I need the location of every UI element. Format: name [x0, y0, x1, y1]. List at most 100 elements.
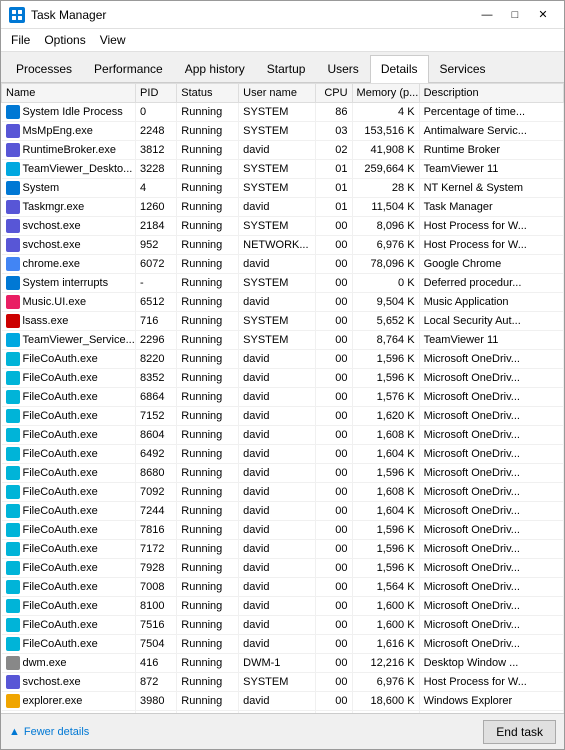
process-memory: 1,596 K [352, 521, 419, 540]
close-button[interactable]: ✕ [530, 5, 556, 25]
process-name-cell: FileCoAuth.exe [2, 407, 136, 426]
process-cpu: 00 [316, 464, 352, 483]
col-header-user[interactable]: User name [239, 84, 316, 103]
table-row[interactable]: svchost.exe 952 Running NETWORK... 00 6,… [2, 236, 564, 255]
col-header-cpu[interactable]: CPU [316, 84, 352, 103]
table-row[interactable]: RuntimeBroker.exe 3812 Running david 02 … [2, 141, 564, 160]
process-cpu: 00 [316, 445, 352, 464]
table-row[interactable]: MsMpEng.exe 2248 Running SYSTEM 03 153,5… [2, 122, 564, 141]
process-desc: Percentage of time... [419, 103, 563, 122]
table-row[interactable]: FileCoAuth.exe 7244 Running david 00 1,6… [2, 502, 564, 521]
table-row[interactable]: FileCoAuth.exe 6492 Running david 00 1,6… [2, 445, 564, 464]
process-name-cell: svchost.exe [2, 673, 136, 692]
tab-services[interactable]: Services [429, 55, 497, 82]
process-desc: Host Process for W... [419, 217, 563, 236]
table-row[interactable]: FileCoAuth.exe 8100 Running david 00 1,6… [2, 597, 564, 616]
minimize-button[interactable]: — [474, 5, 500, 25]
process-cpu: 00 [316, 236, 352, 255]
table-row[interactable]: System interrupts - Running SYSTEM 00 0 … [2, 274, 564, 293]
process-name: MsMpEng.exe [23, 125, 93, 137]
table-row[interactable]: FileCoAuth.exe 7816 Running david 00 1,5… [2, 521, 564, 540]
tab-users[interactable]: Users [316, 55, 369, 82]
table-row[interactable]: FileCoAuth.exe 6864 Running david 00 1,5… [2, 388, 564, 407]
col-header-memory[interactable]: Memory (p... [352, 84, 419, 103]
table-row[interactable]: TeamViewer_Deskto... 3228 Running SYSTEM… [2, 160, 564, 179]
table-row[interactable]: System Idle Process 0 Running SYSTEM 86 … [2, 103, 564, 122]
table-row[interactable]: Music.UI.exe 6512 Running david 00 9,504… [2, 293, 564, 312]
process-name: lsass.exe [23, 315, 69, 327]
process-name-cell: FileCoAuth.exe [2, 388, 136, 407]
app-icon [9, 7, 25, 23]
table-row[interactable]: TeamViewer_Service... 2296 Running SYSTE… [2, 331, 564, 350]
tab-processes[interactable]: Processes [5, 55, 83, 82]
process-cpu: 00 [316, 578, 352, 597]
process-status: Running [177, 274, 239, 293]
process-status: Running [177, 654, 239, 673]
table-row[interactable]: explorer.exe 3980 Running david 00 18,60… [2, 692, 564, 711]
tab-performance[interactable]: Performance [83, 55, 174, 82]
process-cpu: 00 [316, 388, 352, 407]
table-row[interactable]: lsass.exe 716 Running SYSTEM 00 5,652 K … [2, 312, 564, 331]
process-desc: Runtime Broker [419, 141, 563, 160]
col-header-desc[interactable]: Description [419, 84, 563, 103]
fewer-details-link[interactable]: ▲ Fewer details [9, 726, 89, 738]
col-header-pid[interactable]: PID [136, 84, 177, 103]
end-task-button[interactable]: End task [483, 720, 556, 744]
tab-app-history[interactable]: App history [174, 55, 256, 82]
task-manager-window: Task Manager — □ ✕ File Options View Pro… [0, 0, 565, 750]
table-row[interactable]: svchost.exe 2184 Running SYSTEM 00 8,096… [2, 217, 564, 236]
table-row[interactable]: FileCoAuth.exe 7928 Running david 00 1,5… [2, 559, 564, 578]
process-pid: 3228 [136, 160, 177, 179]
process-name-cell: FileCoAuth.exe [2, 369, 136, 388]
process-desc: Microsoft OneDriv... [419, 540, 563, 559]
process-pid: 4 [136, 179, 177, 198]
process-memory: 11,504 K [352, 198, 419, 217]
table-row[interactable]: FileCoAuth.exe 7008 Running david 00 1,5… [2, 578, 564, 597]
bottom-bar: ▲ Fewer details End task [1, 713, 564, 749]
col-header-name[interactable]: Name [2, 84, 136, 103]
table-row[interactable]: FileCoAuth.exe 7516 Running david 00 1,6… [2, 616, 564, 635]
process-icon [6, 466, 20, 480]
table-row[interactable]: FileCoAuth.exe 7172 Running david 00 1,5… [2, 540, 564, 559]
menu-view[interactable]: View [94, 31, 132, 49]
maximize-button[interactable]: □ [502, 5, 528, 25]
title-controls: — □ ✕ [474, 5, 556, 25]
menu-file[interactable]: File [5, 31, 36, 49]
table-row[interactable]: FileCoAuth.exe 7152 Running david 00 1,6… [2, 407, 564, 426]
process-icon [6, 143, 20, 157]
process-name-cell: FileCoAuth.exe [2, 426, 136, 445]
process-desc: Microsoft OneDriv... [419, 578, 563, 597]
table-row[interactable]: FileCoAuth.exe 8680 Running david 00 1,5… [2, 464, 564, 483]
table-row[interactable]: svchost.exe 872 Running SYSTEM 00 6,976 … [2, 673, 564, 692]
tab-details[interactable]: Details [370, 55, 429, 83]
process-icon [6, 162, 20, 176]
col-header-status[interactable]: Status [177, 84, 239, 103]
table-row[interactable]: FileCoAuth.exe 8352 Running david 00 1,5… [2, 369, 564, 388]
table-row[interactable]: System 4 Running SYSTEM 01 28 K NT Kerne… [2, 179, 564, 198]
table-row[interactable]: FileCoAuth.exe 8220 Running david 00 1,5… [2, 350, 564, 369]
process-cpu: 01 [316, 179, 352, 198]
table-row[interactable]: Taskmgr.exe 1260 Running david 01 11,504… [2, 198, 564, 217]
process-cpu: 00 [316, 635, 352, 654]
table-row[interactable]: chrome.exe 6072 Running david 00 78,096 … [2, 255, 564, 274]
tab-startup[interactable]: Startup [256, 55, 317, 82]
process-cpu: 00 [316, 350, 352, 369]
process-user: david [239, 369, 316, 388]
process-memory: 28 K [352, 179, 419, 198]
menu-options[interactable]: Options [38, 31, 91, 49]
process-user: SYSTEM [239, 673, 316, 692]
table-row[interactable]: FileCoAuth.exe 8604 Running david 00 1,6… [2, 426, 564, 445]
process-name: System interrupts [23, 277, 109, 289]
process-icon [6, 409, 20, 423]
process-name: explorer.exe [23, 695, 83, 707]
table-row[interactable]: FileCoAuth.exe 7092 Running david 00 1,6… [2, 483, 564, 502]
process-cpu: 00 [316, 673, 352, 692]
process-status: Running [177, 578, 239, 597]
process-pid: 2184 [136, 217, 177, 236]
process-memory: 9,504 K [352, 293, 419, 312]
process-status: Running [177, 312, 239, 331]
process-name: FileCoAuth.exe [23, 600, 98, 612]
table-row[interactable]: FileCoAuth.exe 7504 Running david 00 1,6… [2, 635, 564, 654]
table-row[interactable]: dwm.exe 416 Running DWM-1 00 12,216 K De… [2, 654, 564, 673]
process-table-container[interactable]: Name PID Status User name CPU Memory (p.… [1, 83, 564, 713]
